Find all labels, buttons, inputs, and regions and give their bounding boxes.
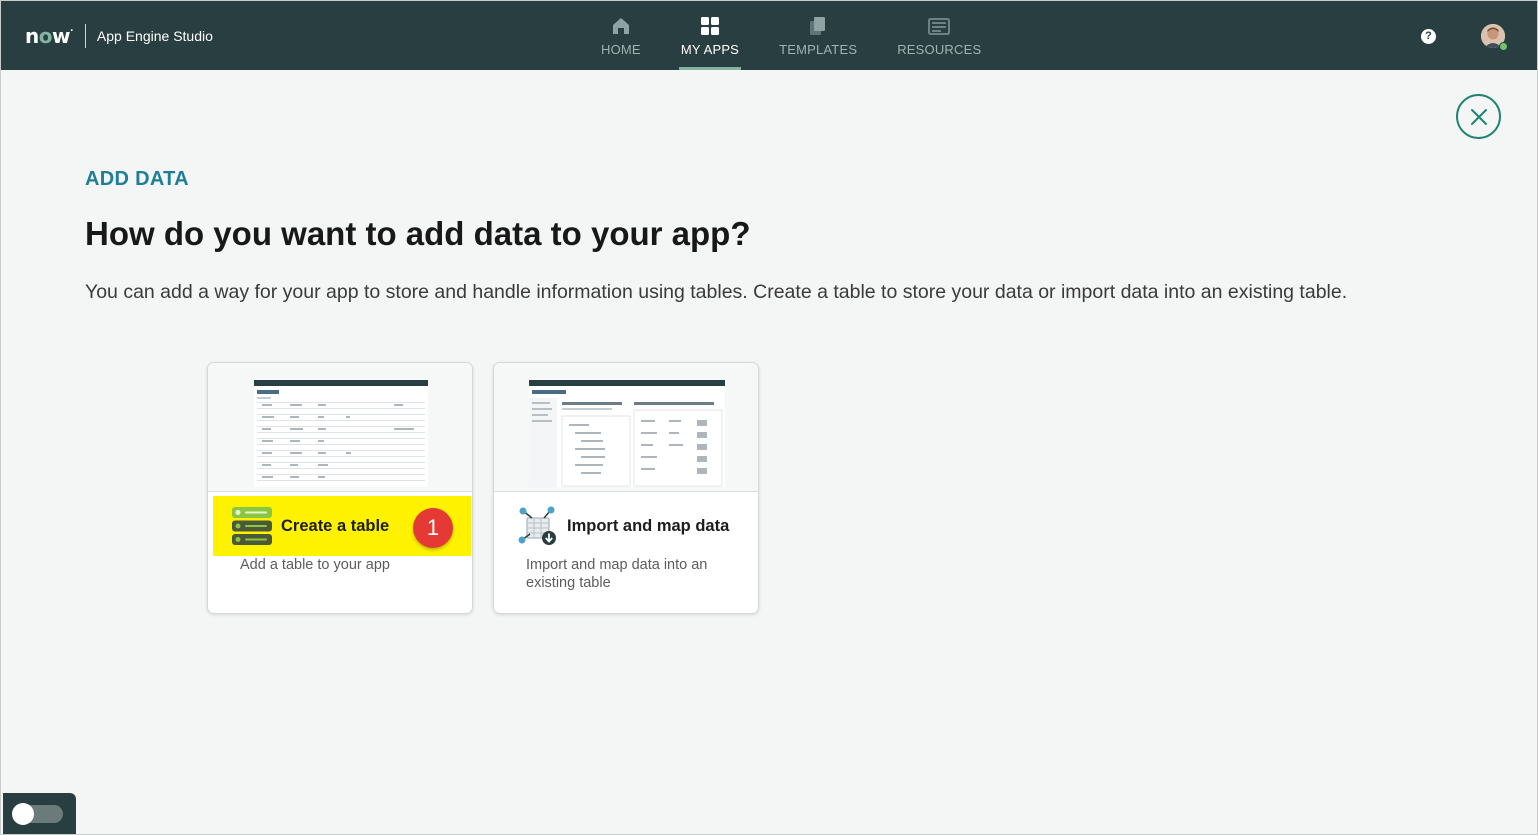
import-map-preview	[494, 363, 758, 492]
close-button[interactable]	[1456, 94, 1501, 139]
nav-templates[interactable]: TEMPLATES	[759, 1, 877, 70]
toggle-panel	[3, 793, 76, 834]
nav-my-apps-label: MY APPS	[680, 42, 740, 57]
nav-my-apps[interactable]: MY APPS	[661, 1, 759, 70]
resources-icon	[928, 15, 951, 37]
create-table-preview	[208, 363, 472, 492]
brand-divider	[84, 24, 86, 48]
toggle-knob	[12, 803, 34, 825]
help-button[interactable]: ?	[1421, 29, 1436, 44]
servicenow-logo: now.	[25, 24, 73, 48]
top-navigation-bar: now. App Engine Studio HOME MY APPS TEMP…	[1, 1, 1537, 70]
nav-home-label: HOME	[601, 42, 641, 57]
import-map-icon	[518, 506, 558, 546]
nav-templates-label: TEMPLATES	[779, 42, 858, 57]
import-preview-image	[529, 380, 725, 487]
nav-resources[interactable]: RESOURCES	[877, 1, 1001, 70]
page-description: You can add a way for your app to store …	[85, 281, 1348, 303]
home-icon	[610, 15, 632, 37]
import-map-description: Import and map data into an existing tab…	[526, 557, 708, 591]
close-icon	[1470, 108, 1487, 125]
toggle-switch[interactable]	[12, 803, 63, 825]
import-map-card[interactable]: Import and map data Import and map data …	[493, 362, 759, 614]
grid-icon	[699, 15, 721, 37]
app-name: App Engine Studio	[96, 28, 213, 44]
nav-resources-label: RESOURCES	[897, 42, 982, 57]
create-table-title-row[interactable]: Create a table 1	[213, 496, 471, 556]
app-frame: now. App Engine Studio HOME MY APPS TEMP…	[0, 0, 1538, 835]
step-badge: 1	[413, 508, 453, 548]
brand[interactable]: now. App Engine Studio	[25, 23, 213, 49]
create-table-description: Add a table to your app	[240, 557, 390, 573]
create-table-title: Create a table	[281, 516, 390, 535]
online-status-indicator	[1499, 42, 1508, 51]
nav-home[interactable]: HOME	[581, 1, 661, 70]
import-map-title-row[interactable]: Import and map data	[499, 496, 757, 556]
database-table-icon	[232, 506, 272, 546]
page-title: How do you want to add data to your app?	[85, 215, 751, 252]
create-table-card[interactable]: Create a table 1 Add a table to your app	[207, 362, 473, 614]
table-preview-image	[254, 380, 428, 487]
section-eyebrow: ADD DATA	[85, 168, 189, 190]
import-map-title: Import and map data	[567, 516, 730, 535]
main-nav: HOME MY APPS TEMPLATES RESOURCES	[581, 1, 1001, 70]
templates-icon	[807, 15, 829, 37]
